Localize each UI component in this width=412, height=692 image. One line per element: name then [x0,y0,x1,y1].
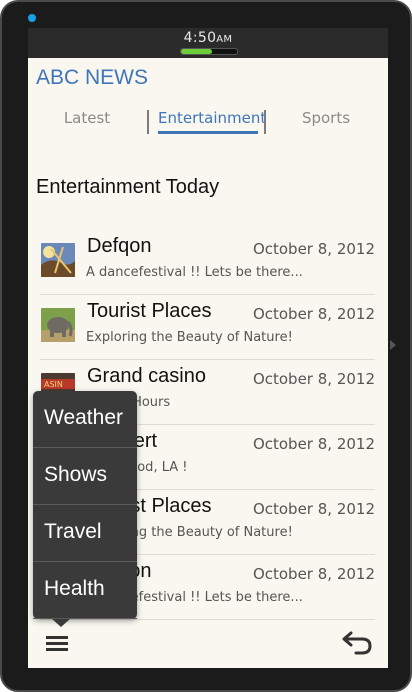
news-item-date: October 8, 2012 [252,370,375,388]
battery-level-fill [181,49,212,54]
menu-item-weather[interactable]: Weather [33,391,137,448]
popup-menu: Weather Shows Travel Health [33,391,137,627]
elephant-photo-icon [41,308,75,342]
tab-separator [264,110,266,134]
tab-latest[interactable]: Latest [54,104,120,134]
tab-separator [147,110,149,134]
news-item-date: October 8, 2012 [252,240,375,258]
popup-pointer [52,619,70,627]
screen: 4:50AM ABC NEWS Latest Entertainment Spo… [28,28,388,668]
section-title: Entertainment Today [36,176,220,198]
tab-bar: Latest Entertainment Sports [28,104,388,138]
news-item-title: Defqon [87,235,152,257]
news-item-subtitle: A dancefestival !! Lets be there... [86,265,303,280]
device-frame: 4:50AM ABC NEWS Latest Entertainment Spo… [0,0,412,692]
clock-ampm: AM [216,34,233,45]
side-arrow-icon [390,340,396,350]
clock-time: 4:50 [183,30,217,46]
notification-led [28,14,36,22]
festival-photo-icon [41,243,75,277]
news-item[interactable]: Tourist Places October 8, 2012 Exploring… [40,295,375,360]
svg-text:ASIN: ASIN [44,380,63,389]
menu-item-travel[interactable]: Travel [33,505,137,562]
battery-indicator [180,48,238,55]
status-time: 4:50AM [28,30,388,46]
hamburger-menu-icon[interactable] [44,632,70,656]
menu-item-shows[interactable]: Shows [33,448,137,505]
app-title: ABC NEWS [36,66,149,89]
status-bar: 4:50AM [28,28,388,58]
news-item-date: October 8, 2012 [252,500,375,518]
news-item-date: October 8, 2012 [252,305,375,323]
news-item[interactable]: Defqon October 8, 2012 A dancefestival !… [40,230,375,295]
news-item-subtitle: Exploring the Beauty of Nature! [86,330,293,345]
menu-item-health[interactable]: Health [33,562,137,619]
news-item-date: October 8, 2012 [252,565,375,583]
news-item-title: Grand casino [87,365,206,387]
tab-sports[interactable]: Sports [292,104,360,134]
back-arrow-icon[interactable] [340,628,374,656]
tab-entertainment[interactable]: Entertainment [158,104,266,134]
news-item-title: Tourist Places [87,300,212,322]
news-item-date: October 8, 2012 [252,435,375,453]
